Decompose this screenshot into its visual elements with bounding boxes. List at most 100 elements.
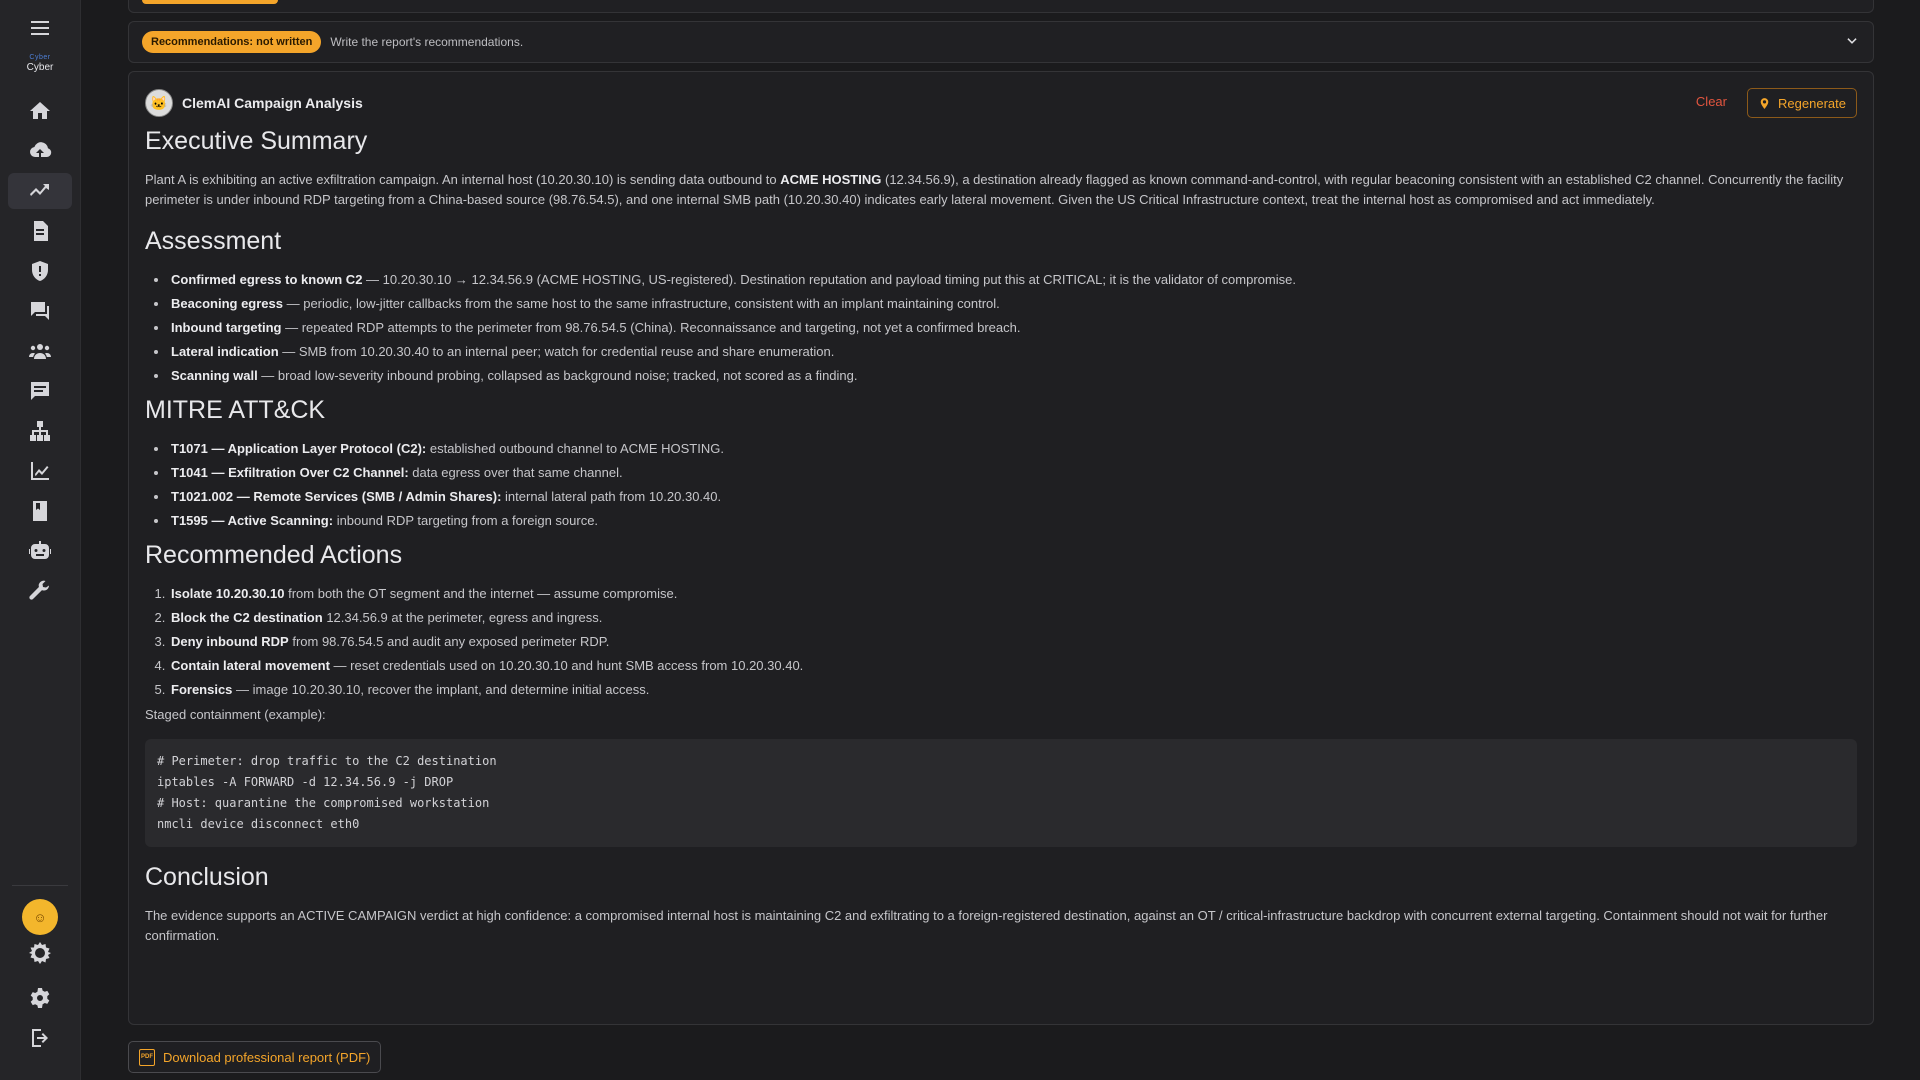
- cloud-upload-icon: [30, 142, 52, 157]
- list-item: Forensics — image 10.20.30.10, recover t…: [169, 680, 1857, 700]
- staged-containment-label: Staged containment (example):: [145, 707, 326, 722]
- hamburger-icon: [31, 21, 49, 35]
- conclusion-text: The evidence supports an ACTIVE CAMPAIGN…: [145, 908, 1828, 943]
- list-item: Isolate 10.20.30.10 from both the OT seg…: [169, 584, 1857, 604]
- item-bold: T1595 — Active Scanning:: [171, 513, 334, 528]
- code-line: # Perimeter: drop traffic to the C2 dest…: [157, 754, 497, 768]
- item-bold: Deny inbound RDP: [171, 634, 289, 649]
- list-item: Deny inbound RDP from 98.76.54.5 and aud…: [169, 632, 1857, 652]
- item-bold: Lateral indication: [171, 344, 279, 359]
- nav-alerts[interactable]: [8, 253, 72, 289]
- item-text: — repeated RDP attempts to the perimeter…: [281, 320, 1021, 335]
- nav-library[interactable]: [8, 493, 72, 529]
- list-item: Lateral indication — SMB from 10.20.30.4…: [169, 342, 1857, 362]
- chevron-down-icon[interactable]: [1845, 34, 1859, 48]
- analyst-avatar: 🐱: [145, 89, 173, 117]
- document-icon: [34, 221, 48, 241]
- regenerate-button[interactable]: Regenerate: [1747, 88, 1857, 118]
- sun-settings-icon: [29, 942, 51, 964]
- item-text: — image 10.20.30.10, recover the implant…: [232, 682, 650, 697]
- item-text: — periodic, low-jitter callbacks from th…: [283, 296, 1000, 311]
- item-bold: T1071 — Application Layer Protocol (C2):: [171, 441, 427, 456]
- item-text: — reset credentials used on 10.20.30.10 …: [329, 658, 804, 673]
- list-item: Confirmed egress to known C2 — 10.20.30.…: [169, 270, 1857, 290]
- nav-chat[interactable]: [8, 293, 72, 329]
- item-text: from 98.76.54.5 and audit any exposed pe…: [288, 634, 610, 649]
- robot-icon: [29, 541, 51, 559]
- executive-summary-text: Plant A is exhibiting an active exfiltra…: [145, 170, 1857, 210]
- nav-team[interactable]: [8, 333, 72, 369]
- nav-tools[interactable]: [8, 573, 72, 609]
- download-pdf-label: Download professional report (PDF): [163, 1049, 371, 1065]
- heading-assessment: Assessment: [145, 227, 282, 255]
- list-item: T1595 — Active Scanning: inbound RDP tar…: [169, 511, 1857, 531]
- item-bold: Contain lateral movement: [171, 658, 330, 673]
- list-item: Inbound targeting — repeated RDP attempt…: [169, 318, 1857, 338]
- previous-section-bar: [128, 0, 1874, 13]
- item-bold: Confirmed egress to known C2: [171, 272, 363, 287]
- nav-documents[interactable]: [8, 213, 72, 249]
- exec-text-a: Plant A is exhibiting an active exfiltra…: [145, 172, 781, 187]
- item-text: internal lateral path from 10.20.30.40.: [501, 489, 722, 504]
- menu-toggle-button[interactable]: [8, 10, 72, 46]
- item-text: 12.34.56.9 at the perimeter, egress and …: [322, 610, 603, 625]
- pdf-icon: PDF: [139, 1048, 155, 1066]
- item-text: established outbound channel to ACME HOS…: [426, 441, 724, 456]
- code-line: nmcli device disconnect eth0: [157, 817, 360, 831]
- nav-messages[interactable]: [8, 373, 72, 409]
- nav-analysis[interactable]: [8, 173, 72, 209]
- logo-line-2: Cyber: [26, 62, 54, 73]
- recommendations-status-badge: Recommendations: not written: [142, 31, 322, 53]
- list-item: T1041 — Exfiltration Over C2 Channel: da…: [169, 463, 1857, 483]
- nav-logout[interactable]: [8, 1020, 72, 1056]
- nav-upload[interactable]: [8, 133, 72, 169]
- logout-icon: [32, 1029, 48, 1047]
- list-item: Block the C2 destination 12.34.56.9 at t…: [169, 608, 1857, 628]
- item-text: inbound RDP targeting from a foreign sou…: [333, 513, 599, 528]
- heading-conclusion: Conclusion: [145, 863, 269, 891]
- nav-theme[interactable]: [8, 935, 72, 971]
- recommendations-hint: Write the report's recommendations.: [330, 35, 524, 49]
- mitre-list: T1071 — Application Layer Protocol (C2):…: [145, 439, 1857, 531]
- item-bold: Block the C2 destination: [171, 610, 323, 625]
- sparkle-icon: [1760, 97, 1769, 109]
- nav-network[interactable]: [8, 413, 72, 449]
- nav-reports[interactable]: [8, 453, 72, 489]
- previous-section-badge[interactable]: [142, 0, 278, 4]
- code-line: iptables -A FORWARD -d 12.34.56.9 -j DRO…: [157, 775, 454, 789]
- item-bold: Beaconing egress: [171, 296, 283, 311]
- nav-settings[interactable]: [8, 980, 72, 1016]
- report-card: 🐱 ClemAI Campaign Analysis Clear Regener…: [128, 71, 1874, 1025]
- list-item: Beaconing egress — periodic, low-jitter …: [169, 294, 1857, 314]
- message-icon: [31, 382, 49, 400]
- heading-executive-summary: Executive Summary: [145, 127, 368, 155]
- item-text: — 10.20.30.10 → 12.34.56.9 (ACME HOSTING…: [362, 272, 1296, 287]
- recommendations-bar[interactable]: Recommendations: not written Write the r…: [128, 21, 1874, 63]
- app-logo[interactable]: Cyber Cyber: [0, 54, 80, 73]
- user-avatar[interactable]: ☺: [22, 899, 58, 935]
- item-text: from both the OT segment and the interne…: [284, 586, 678, 601]
- home-icon: [30, 102, 50, 119]
- gear-icon: [30, 988, 50, 1008]
- heading-mitre: MITRE ATT&CK: [145, 396, 326, 424]
- list-item: Contain lateral movement — reset credent…: [169, 656, 1857, 676]
- shield-alert-icon: [32, 261, 48, 281]
- item-bold: Inbound targeting: [171, 320, 282, 335]
- sidebar: Cyber Cyber ☺: [0, 0, 81, 1080]
- clear-button[interactable]: Clear: [1696, 94, 1727, 109]
- logo-line-1: Cyber: [29, 54, 51, 61]
- code-block[interactable]: # Perimeter: drop traffic to the C2 dest…: [145, 739, 1857, 847]
- report-title: ClemAI Campaign Analysis: [182, 95, 363, 111]
- sidebar-divider: [12, 885, 68, 886]
- avatar-glyph: ☺: [33, 909, 47, 925]
- item-bold: Isolate 10.20.30.10: [171, 586, 285, 601]
- chat-icon: [31, 302, 49, 320]
- download-pdf-button[interactable]: PDF Download professional report (PDF): [128, 1041, 382, 1073]
- team-icon: [29, 344, 51, 359]
- hierarchy-icon: [30, 421, 50, 441]
- nav-assistant[interactable]: [8, 533, 72, 569]
- item-bold: T1041 — Exfiltration Over C2 Channel:: [171, 465, 409, 480]
- heading-recommended-actions: Recommended Actions: [145, 541, 403, 569]
- nav-home[interactable]: [8, 93, 72, 129]
- regenerate-label: Regenerate: [1778, 95, 1846, 111]
